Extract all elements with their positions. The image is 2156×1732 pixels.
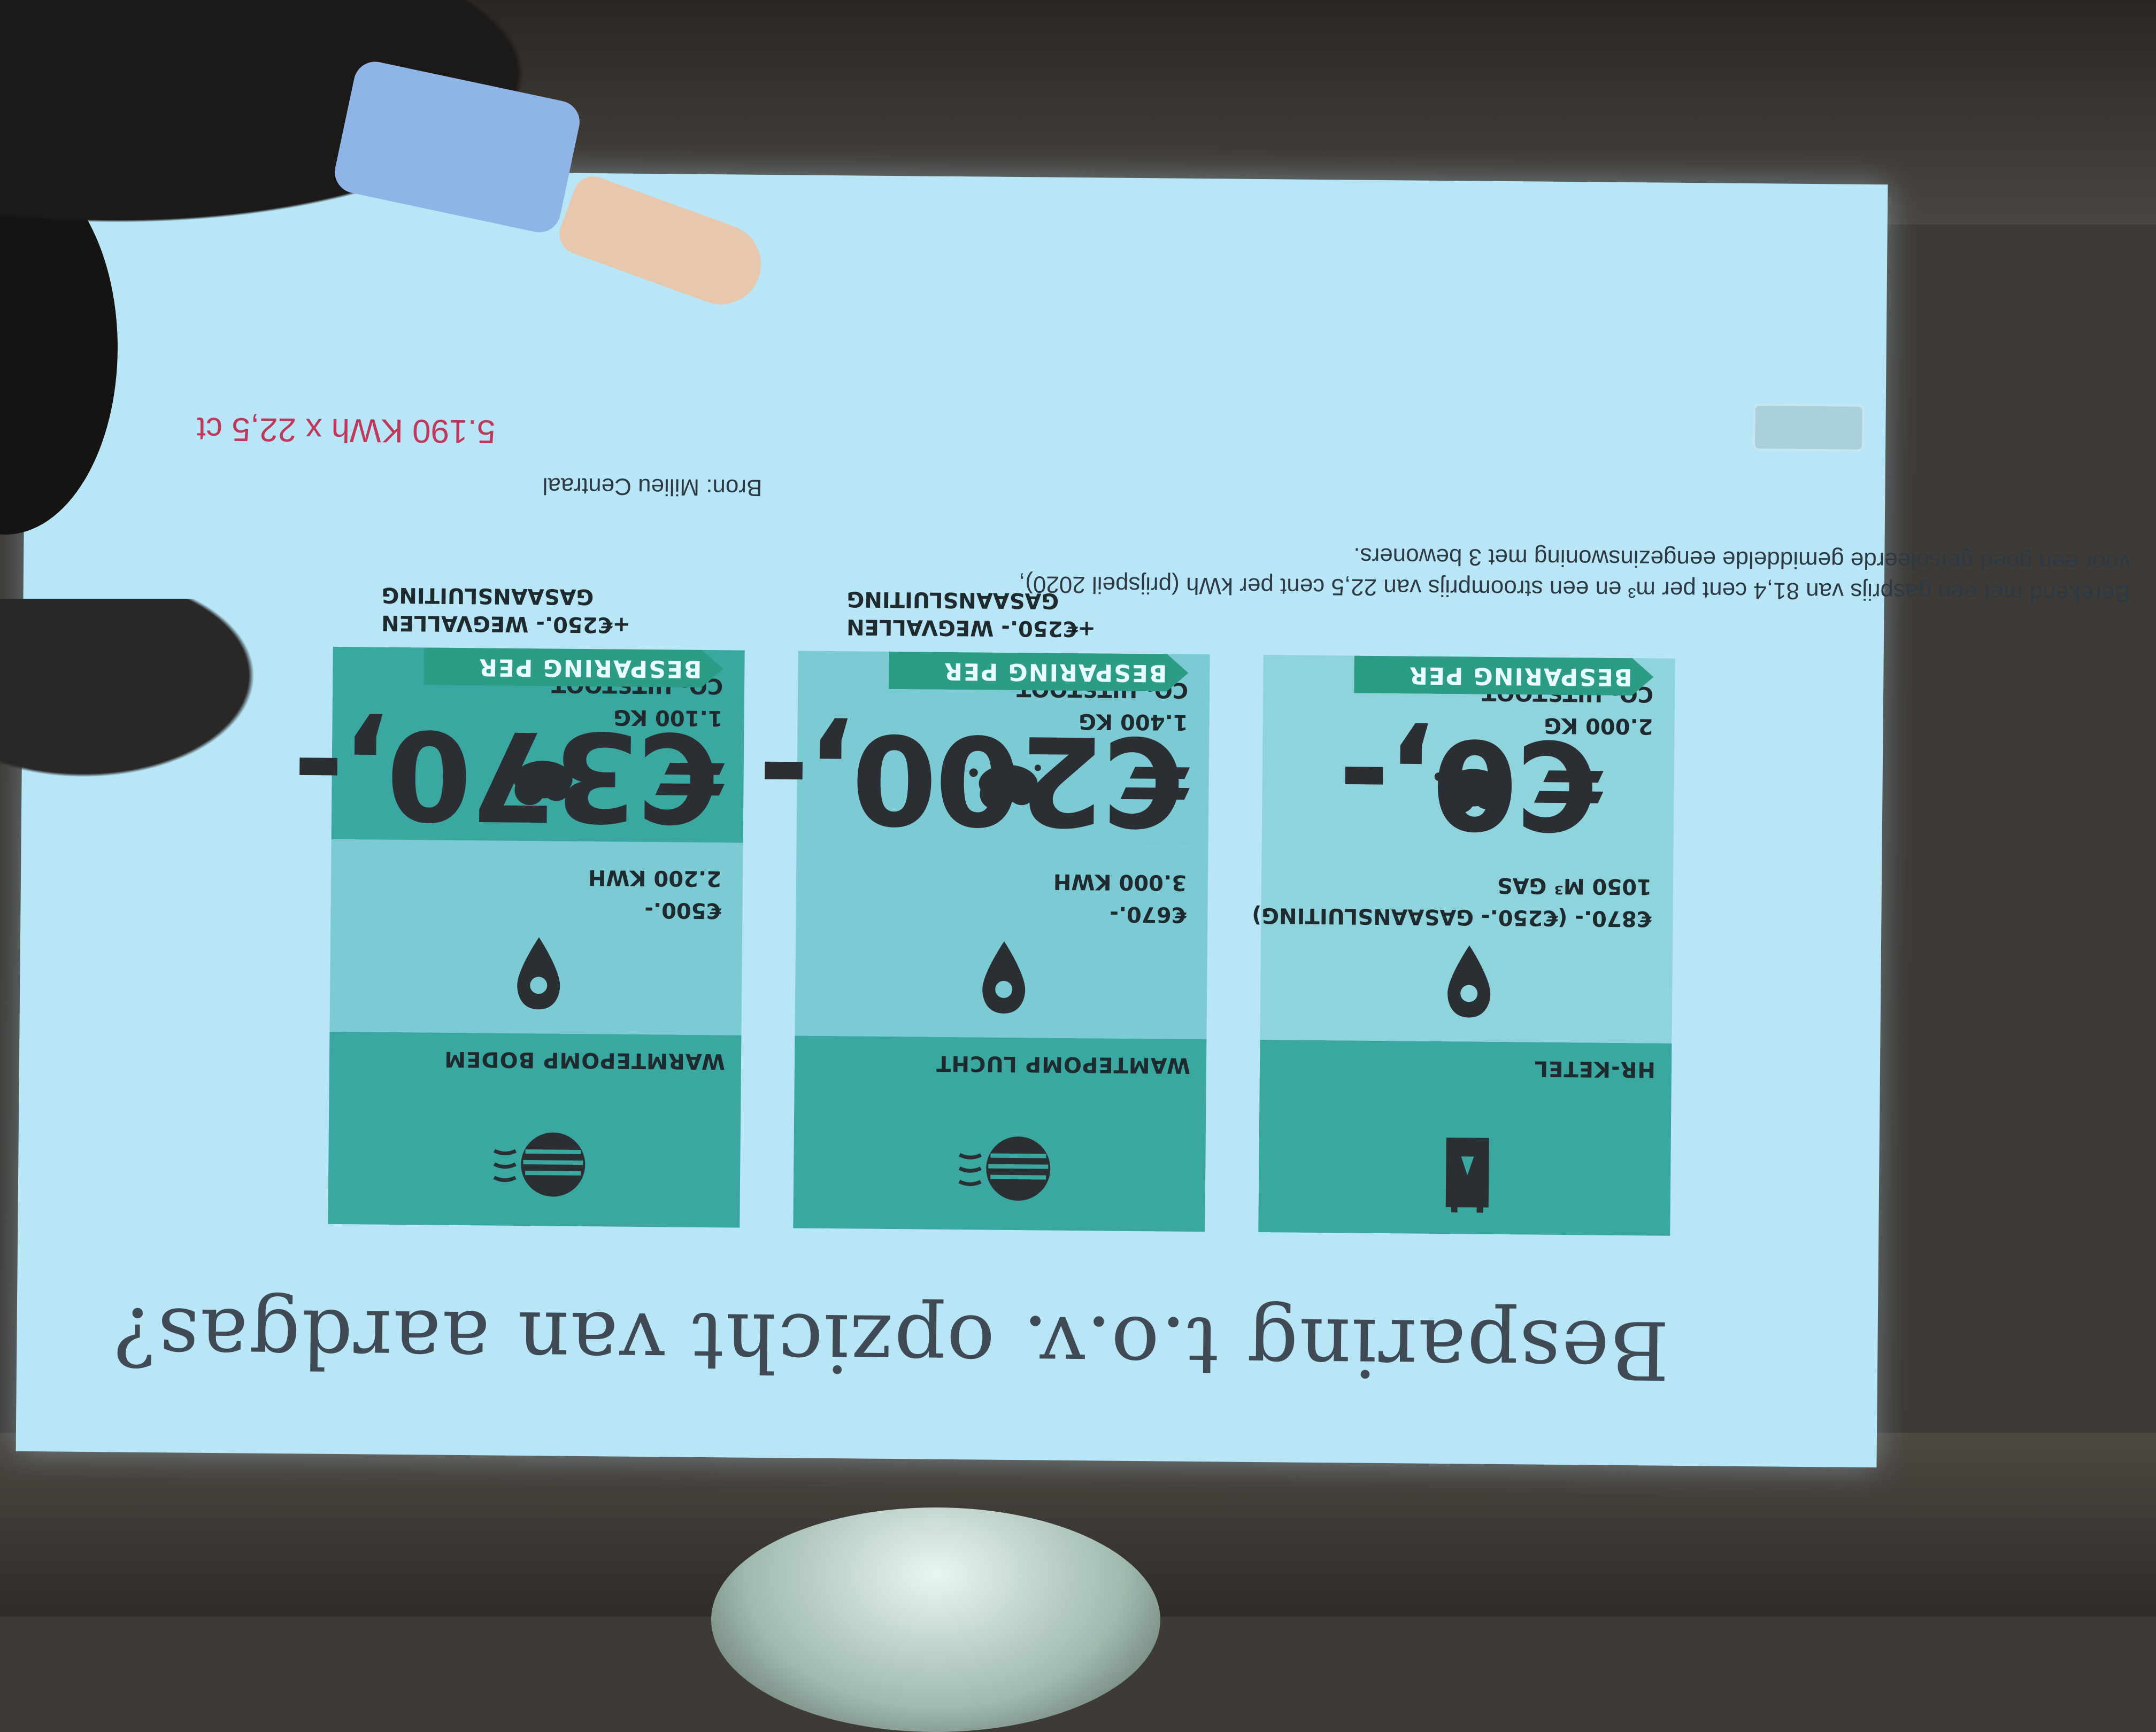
footnote: Berekend met een gasprijs van 81,4 cent … [526,533,2131,609]
system-cell: WAMTEPOMP LUCHT [793,1035,1207,1232]
savings-banner: BESPARING PER JAAR [1354,656,1654,696]
map-pin-icon [982,941,1026,1014]
savings-price: €200,- [759,705,1188,852]
savings-price: €0,- [1339,710,1602,856]
heat-pump-ground-icon [493,1132,586,1197]
usage-value: 2.200 KWH [588,865,722,891]
cost-cell: €500.- 2.200 KWH [329,839,743,1035]
projection-screen: Besparing t.o.v. opzicht van aardgas? HR… [16,168,2130,1468]
map-pin-icon [517,937,560,1010]
heat-pump-air-icon [958,1136,1051,1201]
usage-value: 3.000 KWH [1053,869,1187,895]
slide-title: Besparing t.o.v. opzicht van aardgas? [112,1289,1670,1396]
system-label: WAMTEPOMP LUCHT [936,1050,1191,1078]
lamp [711,1507,1160,1732]
savings-banner: BESPARING PER JAAR [889,652,1189,692]
boiler-icon [1445,1138,1489,1213]
cost-value: €670.- [1110,901,1187,927]
usage-value: 1050 M³ GAS [1497,872,1652,899]
handwritten-formula: 5.190 KWh x 22,5 ct [196,410,496,450]
map-pin-icon [1447,945,1491,1018]
cost-cell: €870.- (€250.- GASAANSLUITING) 1050 M³ G… [1252,847,1674,1043]
cost-value: €500.- [644,897,721,923]
cost-cell: €670.- 3.000 KWH [795,843,1208,1040]
savings-price: €370,- [294,701,723,848]
presentation-logo [1753,404,1865,452]
system-label: WARMTEPOMP BODEM [444,1046,726,1074]
savings-banner: BESPARING PER JAAR [424,647,723,687]
system-cell: WARMTEPOMP BODEM [328,1031,742,1228]
system-label: HR-KETEL [1534,1056,1656,1082]
source-credit: Bron: Milieu Centraal [542,473,763,501]
hand-shadow [0,599,278,791]
cost-value: €870.- (€250.- GASAANSLUITING) [1251,902,1652,931]
system-cell: HR-KETEL [1258,1040,1672,1236]
